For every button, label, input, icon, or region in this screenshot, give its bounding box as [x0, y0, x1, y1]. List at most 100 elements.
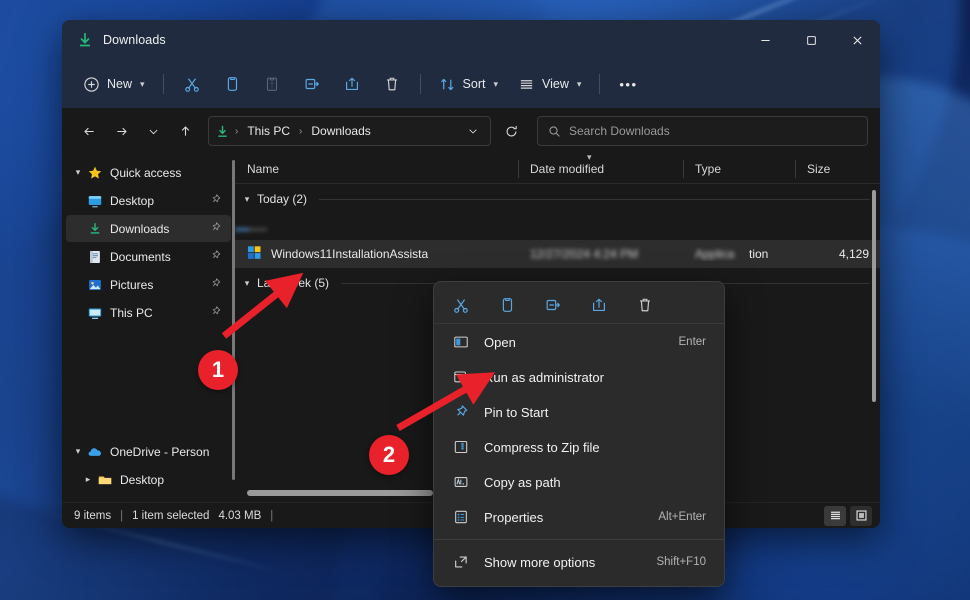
sort-icon [440, 78, 454, 90]
column-header-date-modified[interactable]: Date modified [518, 154, 683, 184]
chevron-down-icon: ▾ [576, 78, 582, 89]
pin-icon[interactable] [209, 305, 227, 321]
pin-icon[interactable] [209, 221, 227, 237]
chevron-down-icon[interactable]: ▾ [239, 194, 255, 205]
sidebar-item-documents[interactable]: Documents [66, 243, 231, 270]
cut-icon[interactable] [448, 292, 474, 318]
shield-icon [452, 368, 470, 386]
recent-locations-button[interactable] [138, 116, 168, 146]
window-title: Downloads [103, 33, 166, 47]
details-view-button[interactable] [824, 505, 846, 526]
address-bar[interactable]: › This PC › Downloads [208, 116, 491, 146]
file-name-cell: Windows11InstallationAssista [235, 245, 518, 263]
context-menu-item-open[interactable]: Open Enter [438, 325, 720, 359]
search-box[interactable]: Search Downloads [537, 116, 868, 146]
context-menu-item-label: Properties [484, 509, 544, 525]
address-dropdown-button[interactable] [462, 120, 484, 142]
sidebar-item-this-pc[interactable]: This PC [66, 299, 231, 326]
context-menu-item-shortcut: Enter [678, 336, 707, 348]
close-button[interactable] [834, 20, 880, 60]
open-icon [452, 333, 470, 351]
command-bar: New ▾ Sort ▾ View ▾ ••• [62, 60, 880, 108]
copy-icon[interactable] [494, 292, 520, 318]
file-list-vertical-scrollbar[interactable] [872, 190, 876, 402]
plus-circle-icon [84, 76, 99, 92]
column-header-size[interactable]: Size [795, 154, 875, 184]
file-type-cell [249, 218, 267, 236]
context-menu-item-pin-to-start[interactable]: Pin to Start [438, 395, 720, 429]
copy-icon [227, 77, 237, 91]
column-header-name[interactable]: Name [235, 154, 518, 184]
new-button-label: New [107, 77, 133, 91]
windows-icon [247, 245, 263, 263]
pin-icon [452, 403, 470, 421]
pin-icon[interactable] [209, 249, 227, 265]
column-headers: Name Date modified Type Size ▾ [235, 154, 880, 184]
cut-button[interactable] [173, 67, 211, 101]
star-icon [86, 164, 103, 181]
context-menu: Open Enter Run as administrator Pin to S… [433, 281, 725, 587]
back-button[interactable] [74, 116, 104, 146]
file-type-cell: Applica tion [695, 247, 769, 261]
status-item-count: 9 items [74, 509, 112, 522]
forward-button[interactable] [106, 116, 136, 146]
paste-icon [266, 77, 277, 91]
chevron-down-icon[interactable]: ▾ [70, 446, 86, 457]
share-icon[interactable] [586, 292, 612, 318]
annotation-marker-1: 1 [198, 350, 238, 390]
breadcrumb-item-downloads[interactable]: Downloads [307, 122, 374, 140]
more-options-button[interactable]: ••• [609, 67, 647, 101]
breadcrumb-separator: › [299, 125, 303, 137]
pin-icon[interactable] [209, 277, 227, 293]
table-row[interactable] [235, 214, 880, 240]
sort-button[interactable]: Sort ▾ [430, 67, 507, 101]
search-icon [549, 125, 560, 137]
new-button[interactable]: New ▾ [74, 67, 154, 101]
context-menu-item-show-more-options[interactable]: Show more options Shift+F10 [438, 545, 720, 579]
chevron-down-icon[interactable]: ▾ [70, 167, 86, 178]
paste-button[interactable] [253, 67, 291, 101]
context-menu-item-run-as-administrator[interactable]: Run as administrator [438, 360, 720, 394]
sidebar-item-downloads[interactable]: Downloads [66, 215, 231, 242]
chevron-down-icon[interactable]: ▾ [239, 278, 255, 289]
refresh-button[interactable] [497, 116, 525, 146]
sidebar-item-pictures[interactable]: Pictures [66, 271, 231, 298]
view-button[interactable]: View ▾ [509, 67, 590, 101]
copy-button[interactable] [213, 67, 251, 101]
sidebar-item-label: Downloads [110, 221, 170, 236]
file-name-cell [235, 218, 249, 236]
up-button[interactable] [170, 116, 200, 146]
sidebar-item-label: This PC [110, 305, 153, 320]
file-list-horizontal-scrollbar[interactable] [247, 490, 433, 496]
file-group-header-today[interactable]: ▾ Today (2) [235, 184, 880, 214]
sidebar-item-onedrive-desktop[interactable]: ▸ Desktop [66, 466, 231, 493]
context-menu-item-label: Open [484, 334, 516, 350]
zip-icon [452, 438, 470, 456]
context-menu-item-compress-to-zip[interactable]: Compress to Zip file [438, 430, 720, 464]
rename-button[interactable] [293, 67, 331, 101]
large-icons-view-button[interactable] [850, 505, 872, 526]
onedrive-icon [86, 443, 103, 460]
context-menu-item-copy-as-path[interactable]: Copy as path [438, 465, 720, 499]
sidebar-group-onedrive[interactable]: ▾ OneDrive - Person [66, 438, 231, 465]
share-button[interactable] [333, 67, 371, 101]
table-row[interactable]: Windows11InstallationAssista 12/27/2024 … [235, 240, 880, 268]
sidebar-item-desktop[interactable]: Desktop [66, 187, 231, 214]
chevron-right-icon[interactable]: ▸ [80, 474, 96, 485]
context-menu-item-label: Run as administrator [484, 369, 604, 385]
breadcrumb-item-this-pc[interactable]: This PC [243, 122, 294, 140]
maximize-button[interactable] [788, 20, 834, 60]
context-menu-item-shortcut: Alt+Enter [658, 511, 706, 523]
ellipsis-icon: ••• [619, 76, 638, 92]
sidebar-group-quick-access[interactable]: ▾ Quick access [66, 159, 231, 186]
column-header-type[interactable]: Type [683, 154, 795, 184]
minimize-button[interactable] [742, 20, 788, 60]
context-menu-item-label: Copy as path [484, 474, 561, 490]
properties-icon [452, 508, 470, 526]
rename-icon[interactable] [540, 292, 566, 318]
pin-icon[interactable] [209, 193, 227, 209]
view-icon [520, 79, 533, 89]
context-menu-item-properties[interactable]: Properties Alt+Enter [438, 500, 720, 534]
delete-icon[interactable] [632, 292, 658, 318]
delete-button[interactable] [373, 67, 411, 101]
